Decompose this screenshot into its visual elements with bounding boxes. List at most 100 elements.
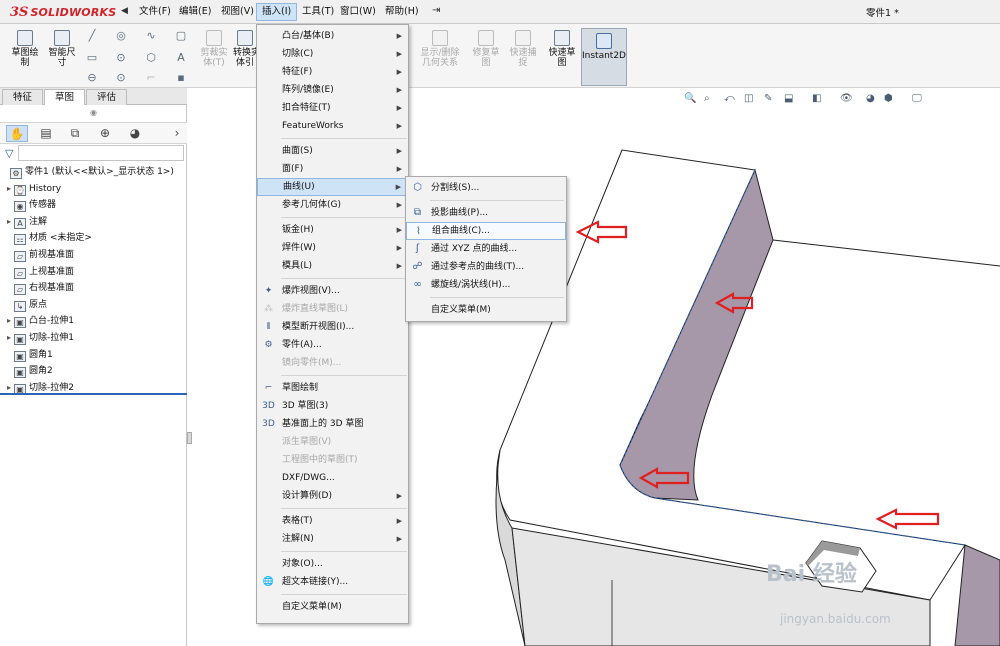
feature-manager-tab-icon[interactable]: ✋ <box>6 125 28 142</box>
tree-item[interactable]: ▣ 圆角2 <box>4 363 53 379</box>
repair-sketch-button[interactable]: 修复草 图 <box>468 30 504 68</box>
edit-appearance-icon[interactable]: ◕ <box>866 93 875 104</box>
point-icon[interactable]: ⊙ <box>114 72 128 84</box>
curve-menu-item[interactable]: 自定义菜单(M) <box>406 301 566 319</box>
convert-entities-button[interactable]: 转换实 体引 <box>233 30 257 68</box>
previous-view-icon[interactable]: ⤺ <box>724 93 735 104</box>
menu-file[interactable]: 文件(F) <box>134 3 176 21</box>
dynamic-annotation-icon[interactable]: ✎ <box>764 93 772 104</box>
curve-menu-item[interactable]: ⬡ 分割线(S)... <box>406 179 566 197</box>
tree-item[interactable]: ▱ 上视基准面 <box>4 264 74 280</box>
rapid-sketch-button[interactable]: 快速草 图 <box>544 30 580 68</box>
curve-menu-item[interactable]: ⌇ 组合曲线(C)... <box>406 222 566 240</box>
insert-menu-item[interactable]: 特征(F) ▶ <box>257 63 408 81</box>
tree-item[interactable]: ▸ ▣ 凸台-拉伸1 <box>4 313 74 329</box>
quick-snaps-button[interactable]: 快速捕 捉 <box>506 30 540 68</box>
text-icon[interactable]: A <box>174 52 188 64</box>
tab-evaluate[interactable]: 评估 <box>86 89 128 105</box>
slot-icon[interactable]: ⊙ <box>114 52 128 64</box>
tab-features[interactable]: 特征 <box>2 89 44 105</box>
insert-menu-item[interactable]: 参考几何体(G) ▶ <box>257 196 408 214</box>
insert-menu-item[interactable]: 对象(O)... <box>257 555 408 573</box>
menu-edit[interactable]: 编辑(E) <box>174 3 216 21</box>
tree-item[interactable]: ▸ ▣ 切除-拉伸1 <box>4 330 74 346</box>
insert-menu-item[interactable]: 钣金(H) ▶ <box>257 221 408 239</box>
insert-menu-item[interactable]: 曲线(U) ▶ <box>257 178 408 196</box>
insert-menu-item[interactable]: 焊件(W) ▶ <box>257 239 408 257</box>
display-manager-tab-icon[interactable]: ◕ <box>124 125 146 142</box>
insert-menu-item[interactable]: 注解(N) ▶ <box>257 530 408 548</box>
insert-menu-item[interactable]: 曲面(S) ▶ <box>257 142 408 160</box>
tree-item[interactable]: ⚙ 零件1 (默认<<默认>_显示状态 1>) <box>0 164 174 180</box>
pin-icon[interactable]: ⇥ <box>432 5 440 16</box>
curve-menu-item[interactable]: ☍ 通过参考点的曲线(T)... <box>406 258 566 276</box>
insert-menu-item[interactable]: 模具(L) ▶ <box>257 257 408 275</box>
menu-tools[interactable]: 工具(T) <box>297 3 339 21</box>
circle-icon[interactable]: ◎ <box>114 30 128 42</box>
configuration-manager-tab-icon[interactable]: ⧉ <box>64 125 86 142</box>
splitter-handle[interactable]: ◉ <box>90 108 97 117</box>
tree-item[interactable]: ◉ 传感器 <box>4 197 56 213</box>
sketch-button[interactable]: 草图绘 制 <box>6 30 44 68</box>
tree-item[interactable]: ▱ 右视基准面 <box>4 280 74 296</box>
view-settings-icon[interactable]: 🖵 <box>912 93 922 104</box>
plane-icon[interactable]: ▢ <box>174 30 188 42</box>
polygon-icon[interactable]: ⬡ <box>144 52 158 64</box>
curve-menu-item[interactable]: ⧉ 投影曲线(P)... <box>406 204 566 222</box>
insert-menu-item[interactable]: 扣合特征(T) ▶ <box>257 99 408 117</box>
tab-sketch[interactable]: 草图 <box>44 89 86 105</box>
insert-menu-item[interactable]: 自定义菜单(M) <box>257 598 408 616</box>
display-style-icon[interactable]: ◧ <box>812 93 821 104</box>
hide-show-icon[interactable]: 👁 <box>840 93 853 104</box>
menu-help[interactable]: 帮助(H) <box>380 3 424 21</box>
menu-collapse-icon[interactable]: ◀ <box>121 6 128 16</box>
insert-menu-item[interactable]: ⫴ 模型断开视图(I)... <box>257 318 408 336</box>
insert-menu-item[interactable]: 3D 3D 草图(3) <box>257 397 408 415</box>
expand-caret-icon[interactable]: ▸ <box>4 330 14 346</box>
insert-menu-item[interactable]: 面(F) ▶ <box>257 160 408 178</box>
section-view-icon[interactable]: ◫ <box>744 93 753 104</box>
insert-menu-item[interactable]: 3D 基准面上的 3D 草图 <box>257 415 408 433</box>
insert-menu-item[interactable]: ⌐ 草图绘制 <box>257 379 408 397</box>
insert-menu-item[interactable]: 设计算例(D) ▶ <box>257 487 408 505</box>
centerline-icon[interactable]: ⊖ <box>85 72 99 84</box>
insert-menu-item[interactable]: 表格(T) ▶ <box>257 512 408 530</box>
line-icon[interactable]: ╱ <box>85 30 99 42</box>
insert-menu-item[interactable]: FeatureWorks ▶ <box>257 117 408 135</box>
insert-menu-item[interactable]: ⚙ 零件(A)... <box>257 336 408 354</box>
spline-icon[interactable]: ∿ <box>144 30 158 42</box>
tree-item[interactable]: ▱ 前视基准面 <box>4 247 74 263</box>
display-relations-button[interactable]: 显示/删除 几何关系 <box>416 30 464 68</box>
instant2d-button[interactable]: Instant2D <box>581 28 627 86</box>
insert-menu-item[interactable]: 阵列/镜像(E) ▶ <box>257 81 408 99</box>
curve-menu-item[interactable]: ʃ 通过 XYZ 点的曲线... <box>406 240 566 258</box>
zoom-to-fit-icon[interactable]: 🔍 <box>684 93 696 104</box>
solidworks-logo[interactable]: 3S SOLIDWORKS <box>10 4 116 20</box>
insert-menu-item[interactable]: ✦ 爆炸视图(V)... <box>257 282 408 300</box>
trim-button[interactable]: 剪裁实 体(T) <box>196 30 232 68</box>
feature-filter-input[interactable] <box>18 145 184 161</box>
zoom-to-area-icon[interactable]: ⌕ <box>704 93 710 104</box>
menu-window[interactable]: 窗口(W) <box>335 3 381 21</box>
expand-caret-icon[interactable]: ▸ <box>4 181 14 197</box>
panel-expand-icon[interactable]: › <box>166 125 188 142</box>
curve-menu-item[interactable]: ∞ 螺旋线/涡状线(H)... <box>406 276 566 294</box>
expand-caret-icon[interactable]: ▸ <box>4 214 14 230</box>
apply-scene-icon[interactable]: ⬢ <box>884 93 893 104</box>
insert-menu-item[interactable]: 凸台/基体(B) ▶ <box>257 27 408 45</box>
filter-icon[interactable]: ▽ <box>5 147 13 160</box>
smart-dimension-button[interactable]: 智能尺 寸 <box>44 30 80 68</box>
tree-item[interactable]: ▸ ⌚ History <box>4 181 61 197</box>
tree-item[interactable]: ⚏ 材质 <未指定> <box>4 230 92 246</box>
expand-caret-icon[interactable]: ▸ <box>4 313 14 329</box>
tree-item[interactable]: ↳ 原点 <box>4 297 47 313</box>
view-orientation-icon[interactable]: ⬓ <box>784 93 793 104</box>
menu-insert[interactable]: 插入(I) <box>256 3 298 21</box>
tree-item[interactable]: ▣ 圆角1 <box>4 347 53 363</box>
property-manager-tab-icon[interactable]: ▤ <box>35 125 57 142</box>
fillet-sketch-icon[interactable]: ⌐ <box>144 72 158 84</box>
insert-menu-item[interactable]: 切除(C) ▶ <box>257 45 408 63</box>
rectangle-icon[interactable]: ▭ <box>85 52 99 64</box>
tree-item[interactable]: ▸ A 注解 <box>4 214 47 230</box>
point-small-icon[interactable]: ▪ <box>174 72 188 84</box>
